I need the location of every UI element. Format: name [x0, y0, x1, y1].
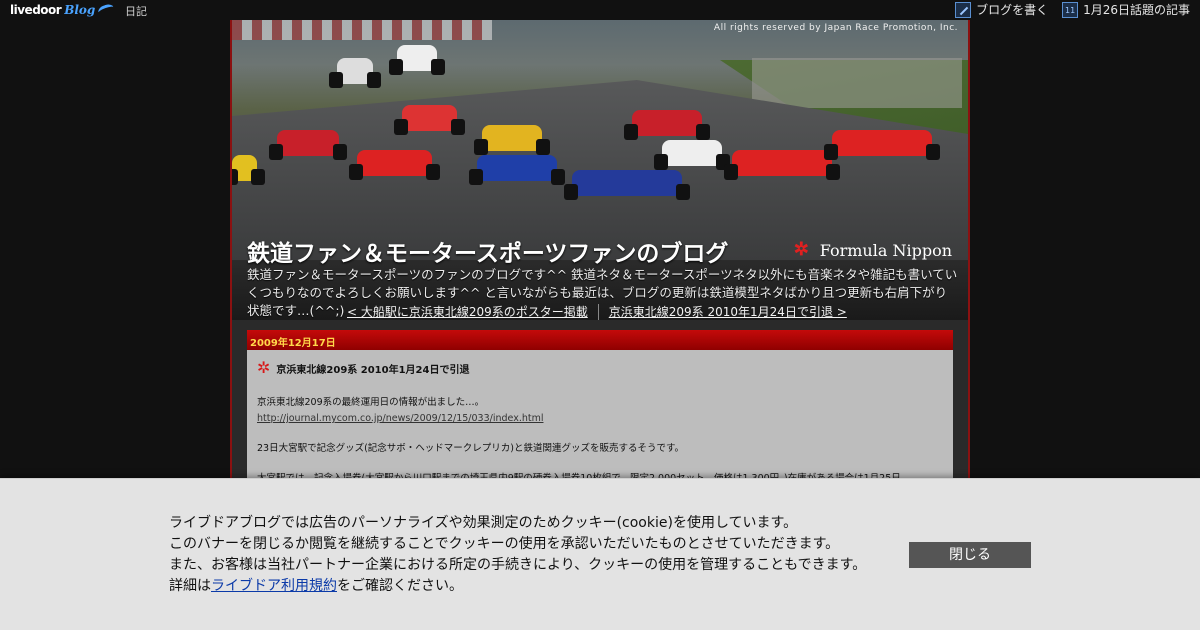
topic-articles-label: 1月26日話題の記事 — [1083, 3, 1190, 17]
entry-title[interactable]: 京浜東北線209系 2010年1月24日で引退 — [276, 361, 469, 376]
prev-entry-link[interactable]: < 大船駅に京浜東北線209系のポスター掲載 — [347, 303, 588, 320]
race-car — [474, 125, 550, 155]
entry-title-row: ✲ 京浜東北線209系 2010年1月24日で引退 — [257, 360, 943, 376]
formula-nippon-mark-icon: ✲ — [257, 358, 271, 377]
next-entry-link[interactable]: 京浜東北線209系 2010年1月24日で引退 > — [609, 303, 847, 320]
write-blog-label: ブログを書く — [976, 3, 1049, 17]
calendar-icon: 11 — [1062, 1, 1079, 18]
topic-articles-link[interactable]: 11 1月26日話題の記事 — [1062, 1, 1190, 18]
diary-link[interactable]: 日記 — [125, 3, 147, 19]
cookie-line: また、お客様は当社パートナー企業における所定の手続きにより、クッキーの使用を管理… — [169, 557, 867, 573]
livedoor-blog-logo[interactable]: livedoor Blog — [10, 2, 116, 18]
top-bar-right: ブログを書く 11 1月26日話題の記事 — [955, 1, 1190, 18]
header-banner-image: All rights reserved by Japan Race Promot… — [232, 20, 968, 320]
logo-text: livedoor — [10, 3, 62, 17]
race-car — [394, 105, 465, 135]
nav-divider — [597, 303, 599, 320]
race-car — [724, 150, 840, 180]
cookie-line: ライブドアブログでは広告のパーソナライズや効果測定のためクッキー(cookie)… — [169, 515, 798, 531]
entry-date: 2009年12月17日 — [247, 330, 953, 350]
terms-of-use-link[interactable]: ライブドア利用規約 — [211, 578, 337, 594]
entry-text: 23日大宮駅で記念グッズ(記念サボ・ヘッドマークレプリカ)と鉄道関連グッズを販売… — [257, 443, 685, 454]
pit-building — [752, 58, 962, 108]
write-blog-link[interactable]: ブログを書く — [955, 1, 1048, 18]
copyright-notice: All rights reserved by Japan Race Promot… — [713, 23, 958, 33]
top-bar: livedoor Blog 日記 ブログを書く 11 1月26日話題の記事 — [0, 0, 1200, 20]
blog-title[interactable]: 鉄道ファン＆モータースポーツファンのブログ — [247, 234, 728, 268]
race-car — [469, 155, 565, 185]
race-car — [349, 150, 440, 180]
race-car — [269, 130, 347, 160]
race-car — [389, 45, 445, 75]
cookie-consent-banner: ライブドアブログでは広告のパーソナライズや効果測定のためクッキー(cookie)… — [0, 478, 1200, 630]
race-car — [824, 130, 940, 160]
logo-swoosh-icon — [97, 2, 116, 18]
cookie-terms-suffix: をご確認ください。 — [337, 578, 463, 594]
race-car — [232, 155, 265, 185]
race-car — [654, 140, 730, 170]
formula-nippon-logo: ✲ Formula Nippon — [794, 240, 952, 260]
entry-text: 京浜東北線209系の最終運用日の情報が出ました…。 — [257, 397, 485, 408]
formula-nippon-text: Formula Nippon — [819, 240, 952, 260]
cookie-line: このバナーを閉じるか閲覧を継続することでクッキーの使用を承認いただいたものとさせ… — [169, 536, 840, 552]
entry-navigation: < 大船駅に京浜東北線209系のポスター掲載 京浜東北線209系 2010年1月… — [347, 303, 847, 320]
formula-nippon-mark-icon: ✲ — [793, 239, 809, 260]
cookie-message: ライブドアブログでは広告のパーソナライズや効果測定のためクッキー(cookie)… — [169, 513, 889, 597]
race-car — [564, 170, 690, 200]
logo-blog-text: Blog — [64, 3, 96, 17]
pen-icon — [955, 1, 972, 18]
cookie-terms-prefix: 詳細は — [169, 578, 211, 594]
race-car — [329, 58, 381, 88]
race-car — [624, 110, 710, 140]
cookie-line-terms: 詳細はライブドア利用規約をご確認ください。 — [169, 576, 889, 597]
grandstand — [232, 20, 492, 40]
entry-external-link[interactable]: http://journal.mycom.co.jp/news/2009/12/… — [257, 413, 543, 424]
close-cookie-button[interactable]: 閉じる — [909, 542, 1031, 568]
